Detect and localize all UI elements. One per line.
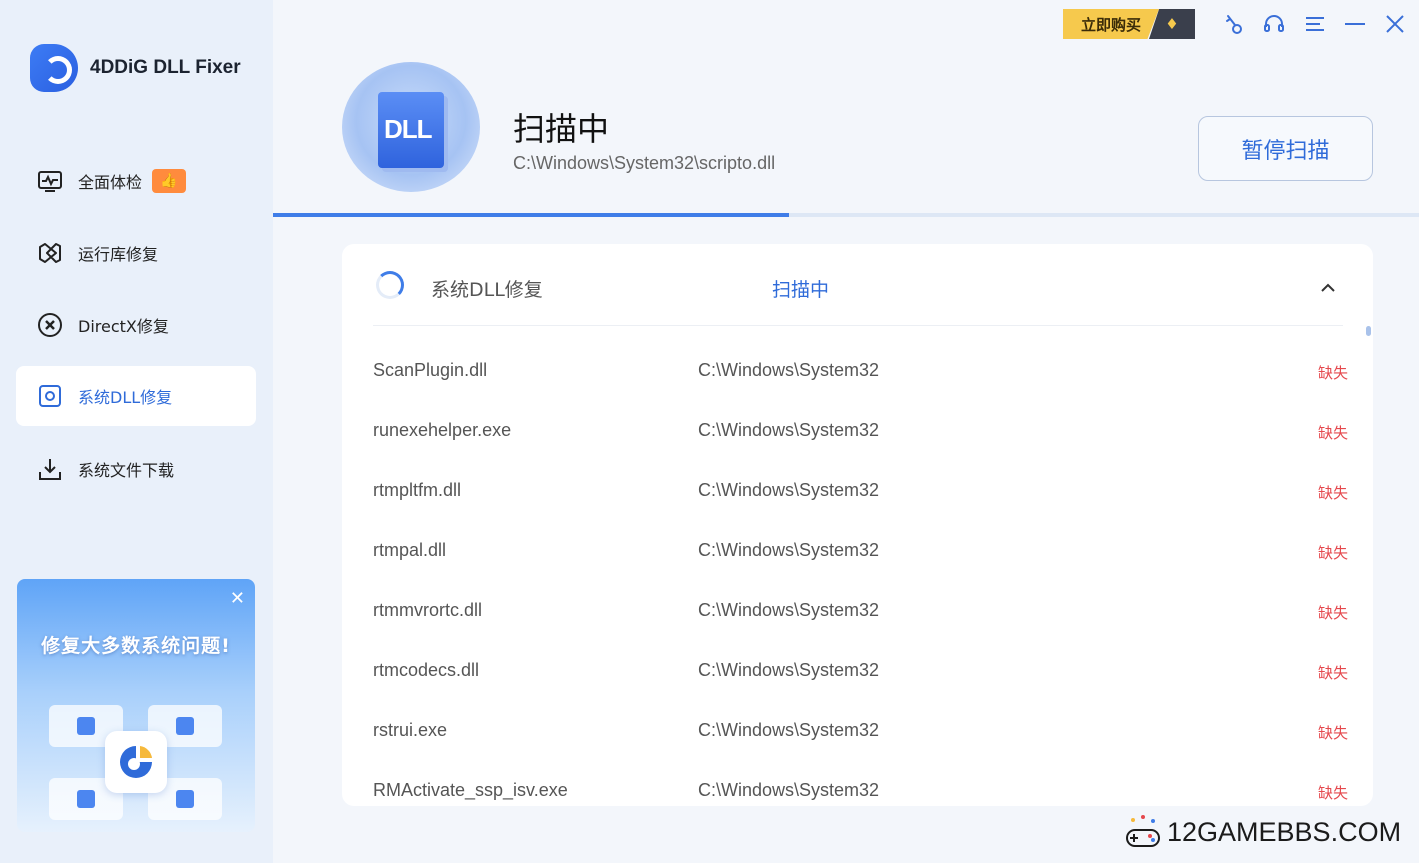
table-row[interactable]: RMActivate_ssp_isv.exe C:\Windows\System3… — [373, 760, 1348, 806]
sidebar-item-label: DirectX修复 — [78, 317, 169, 336]
sidebar-item-system-dll-repair[interactable]: 系统DLL修复 — [16, 366, 256, 426]
app-logo: 4DDiG DLL Fixer — [30, 44, 241, 92]
status-badge: 缺失 — [1317, 484, 1348, 502]
logo-icon — [30, 44, 78, 92]
panel-header[interactable]: 系统DLL修复 扫描中 — [373, 244, 1343, 326]
app-name: 4DDiG DLL Fixer — [90, 57, 241, 78]
sidebar: 4DDiG DLL Fixer 全面体检 👍 运行库修复 DirectX修复 系… — [0, 0, 273, 863]
runtime-icon — [37, 240, 63, 266]
table-row[interactable]: runexehelper.exe C:\Windows\System32 缺失 — [373, 400, 1348, 460]
dll-file-icon: DLL — [378, 92, 444, 168]
file-path: C:\Windows\System32 — [698, 360, 880, 380]
status-badge: 缺失 — [1317, 664, 1348, 682]
current-scan-path: C:\Windows\System32\scripto.dll — [513, 153, 776, 173]
sidebar-item-label: 运行库修复 — [78, 245, 159, 264]
file-path: C:\Windows\System32 — [698, 480, 880, 500]
file-name: RMActivate_ssp_isv.exe — [373, 780, 568, 800]
table-row[interactable]: rtmpal.dll C:\Windows\System32 缺失 — [373, 520, 1348, 580]
sidebar-item-system-file-download[interactable]: 系统文件下载 — [16, 439, 256, 499]
thumbs-up-icon: 👍 — [152, 169, 187, 193]
menu-icon[interactable] — [1301, 10, 1329, 38]
close-icon[interactable] — [1381, 10, 1409, 38]
key-icon[interactable] — [1220, 10, 1248, 38]
status-badge: 缺失 — [1317, 724, 1348, 742]
sidebar-item-label: 全面体检 — [78, 173, 143, 192]
promo-title: 修复大多数系统问题! — [41, 635, 231, 657]
status-badge: 缺失 — [1317, 424, 1348, 442]
dll-file-label: DLL — [384, 114, 433, 144]
directx-icon — [37, 312, 63, 338]
file-path: C:\Windows\System32 — [698, 780, 880, 800]
gamepad-icon — [1126, 815, 1160, 847]
scan-status-title: 扫描中 — [513, 110, 610, 148]
status-badge: 缺失 — [1317, 784, 1348, 802]
file-name: rtmmvrortc.dll — [373, 600, 482, 620]
table-row[interactable]: ScanPlugin.dll C:\Windows\System32 缺失 — [373, 340, 1348, 400]
download-icon — [37, 456, 63, 482]
computer-icon — [77, 790, 95, 808]
scan-progress-bar — [273, 213, 1419, 217]
headset-icon[interactable] — [1260, 10, 1288, 38]
file-path: C:\Windows\System32 — [698, 720, 880, 740]
sidebar-item-label: 系统DLL修复 — [78, 388, 173, 407]
scrollbar[interactable] — [1366, 326, 1371, 336]
table-row[interactable]: rstrui.exe C:\Windows\System32 缺失 — [373, 700, 1348, 760]
app-logo-icon — [105, 731, 167, 793]
pause-scan-button[interactable]: 暂停扫描 — [1198, 116, 1373, 181]
watermark: 12GAMEBBS.COM — [1123, 812, 1401, 852]
watermark-text: 12GAMEBBS.COM — [1167, 816, 1402, 847]
file-path: C:\Windows\System32 — [698, 660, 880, 680]
status-badge: 缺失 — [1317, 604, 1348, 622]
file-name: rstrui.exe — [373, 720, 448, 740]
panel-status: 扫描中 — [772, 279, 830, 301]
file-path: C:\Windows\System32 — [698, 540, 880, 560]
sidebar-item-directx-repair[interactable]: DirectX修复 — [16, 295, 256, 355]
status-badge: 缺失 — [1317, 364, 1348, 382]
computer-icon — [77, 717, 95, 735]
sidebar-item-runtime-repair[interactable]: 运行库修复 — [16, 223, 256, 283]
chevron-up-icon[interactable] — [1318, 278, 1338, 298]
dll-icon — [37, 383, 63, 409]
buy-now-button[interactable]: 立即购买 ♦ — [1063, 9, 1195, 39]
scan-results-panel: 系统DLL修复 扫描中 ScanPlugin.dll C:\Windows\Sys… — [342, 244, 1373, 806]
sidebar-item-full-check[interactable]: 全面体检 👍 — [16, 151, 256, 211]
computer-icon — [176, 790, 194, 808]
health-check-icon — [37, 168, 63, 194]
table-row[interactable]: rtmmvrortc.dll C:\Windows\System32 缺失 — [373, 580, 1348, 640]
table-row[interactable]: rtmpltfm.dll C:\Windows\System32 缺失 — [373, 460, 1348, 520]
status-badge: 缺失 — [1317, 544, 1348, 562]
file-name: ScanPlugin.dll — [373, 360, 488, 380]
file-name: rtmcodecs.dll — [373, 660, 480, 680]
sidebar-item-label: 系统文件下载 — [78, 461, 175, 480]
computer-icon — [176, 717, 194, 735]
loading-spinner-icon — [376, 271, 404, 299]
promo-banner[interactable]: ✕ 修复大多数系统问题! — [17, 579, 255, 832]
file-name: runexehelper.exe — [373, 420, 512, 440]
promo-close-icon[interactable]: ✕ — [230, 588, 245, 609]
scan-progress-fill — [273, 213, 789, 217]
table-row[interactable]: rtmcodecs.dll C:\Windows\System32 缺失 — [373, 640, 1348, 700]
file-path: C:\Windows\System32 — [698, 600, 880, 620]
panel-title: 系统DLL修复 — [431, 279, 543, 301]
minimize-icon[interactable] — [1341, 10, 1369, 38]
file-path: C:\Windows\System32 — [698, 420, 880, 440]
buy-now-label: 立即购买 — [1063, 9, 1159, 39]
file-name: rtmpltfm.dll — [373, 480, 462, 500]
file-name: rtmpal.dll — [373, 540, 447, 560]
